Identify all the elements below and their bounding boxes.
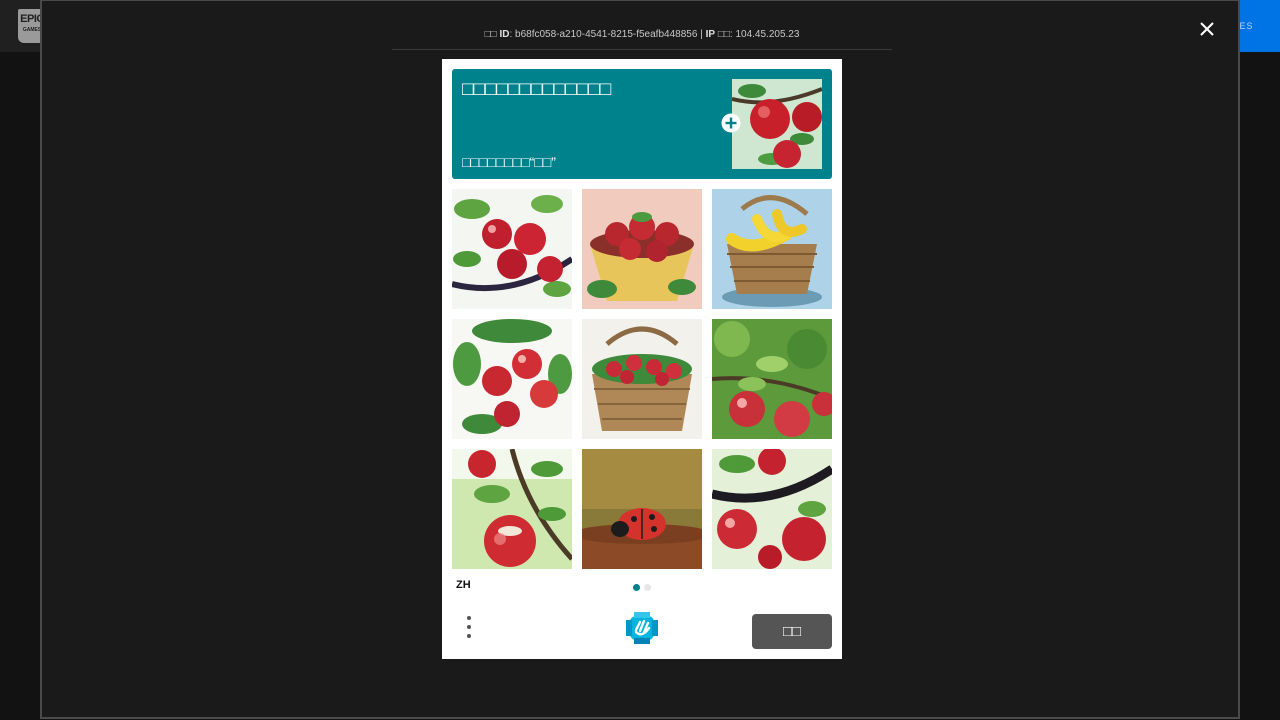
image-tile-apple-on-branch[interactable]	[452, 449, 572, 569]
prompt-subtitle: □□□□□□□□“□□”	[462, 154, 556, 170]
prompt-title: □□□□□□□□□□□□□	[462, 79, 612, 100]
image-tile-apples-on-tree[interactable]	[452, 319, 572, 439]
image-tile-ladybug-on-soil[interactable]	[582, 449, 702, 569]
ip-value: 104.45.205.23	[735, 29, 800, 40]
captcha-modal: □□ ID: b68fc058-a210-4541-8215-f5eafb448…	[40, 0, 1240, 719]
image-tile-strawberries-in-basket[interactable]	[582, 319, 702, 439]
ip-suffix-label: □□	[717, 29, 730, 40]
menu-dot-icon	[467, 625, 471, 629]
page-dot-inactive	[644, 584, 651, 591]
image-tile-apples-with-leaves[interactable]	[712, 319, 832, 439]
image-grid	[452, 189, 832, 569]
close-icon	[1200, 22, 1214, 36]
id-prefix: □□	[484, 29, 497, 40]
challenge-prompt: □□□□□□□□□□□□□ □□□□□□□□“□□”	[452, 69, 832, 179]
id-value: b68fc058-a210-4541-8215-f5eafb448856	[515, 29, 698, 40]
example-apple-image	[732, 79, 822, 169]
hcaptcha-challenge: □□□□□□□□□□□□□ □□□□□□□□“□□” ZH □□	[442, 59, 842, 659]
language-selector[interactable]: ZH	[456, 579, 471, 591]
submit-button[interactable]: □□	[752, 614, 832, 649]
image-tile-apples-on-branch[interactable]	[452, 189, 572, 309]
plus-icon	[721, 113, 741, 133]
ip-label: IP	[705, 29, 716, 40]
close-button[interactable]	[1193, 15, 1221, 43]
image-tile-strawberries-in-bowl[interactable]	[582, 189, 702, 309]
page-dot-active	[633, 584, 640, 591]
image-tile-apples-on-dark-branch[interactable]	[712, 449, 832, 569]
info-separator: |	[700, 29, 703, 40]
id-label: ID	[499, 29, 510, 40]
menu-button[interactable]	[462, 616, 471, 644]
image-tile-bananas-in-basket[interactable]	[712, 189, 832, 309]
menu-dot-icon	[467, 616, 471, 620]
menu-dot-icon	[467, 634, 471, 638]
hcaptcha-logo-icon	[626, 612, 658, 644]
captcha-session-info: □□ ID: b68fc058-a210-4541-8215-f5eafb448…	[392, 21, 892, 50]
